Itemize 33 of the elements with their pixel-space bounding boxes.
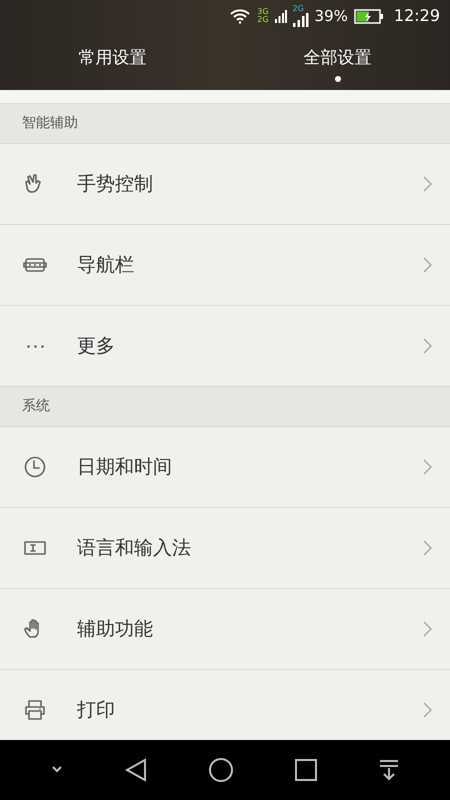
more-dots-icon — [26, 344, 44, 348]
network-type-label: 2G — [292, 5, 304, 13]
settings-item[interactable]: 手势控制 — [0, 144, 450, 225]
tab[interactable]: 全部设置 — [225, 32, 450, 90]
chevron-down-icon[interactable] — [51, 766, 63, 774]
chevron-right-icon — [423, 621, 432, 637]
settings-item[interactable]: 日期和时间 — [0, 427, 450, 508]
settings-item[interactable]: 导航栏 — [0, 225, 450, 306]
settings-item[interactable]: 语言和输入法 — [0, 508, 450, 589]
section-header: 智能辅助 — [22, 114, 78, 133]
chevron-right-icon — [423, 338, 432, 354]
battery-percent: 39% — [314, 6, 348, 27]
battery-charging-icon — [354, 8, 384, 24]
recents-icon[interactable] — [295, 759, 317, 781]
notification-pulldown-icon[interactable] — [379, 759, 399, 781]
printer-icon — [23, 698, 47, 722]
section-header: 系统 — [22, 397, 50, 416]
clock-icon — [23, 455, 47, 479]
signal-icon — [274, 8, 287, 24]
network-type-label: 2G — [257, 16, 269, 24]
chevron-right-icon — [423, 176, 432, 192]
chevron-right-icon — [423, 540, 432, 556]
signal-icon — [292, 13, 309, 27]
chevron-right-icon — [423, 257, 432, 273]
chevron-right-icon — [423, 702, 432, 718]
network-type-label: 3G — [257, 8, 269, 16]
home-icon[interactable] — [209, 758, 233, 782]
clock-time: 12:29 — [394, 5, 440, 27]
tab[interactable]: 常用设置 — [0, 32, 225, 90]
wifi-icon — [229, 8, 252, 24]
chevron-right-icon — [423, 459, 432, 475]
back-icon[interactable] — [125, 758, 147, 782]
settings-item[interactable]: 辅助功能 — [0, 589, 450, 670]
